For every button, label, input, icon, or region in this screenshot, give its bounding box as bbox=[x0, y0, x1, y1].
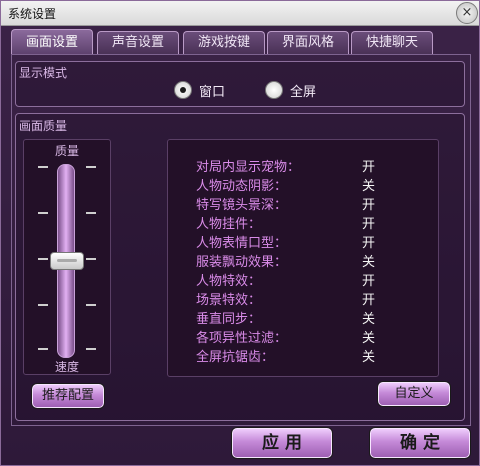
setting-value[interactable]: 开 bbox=[362, 194, 375, 213]
setting-value[interactable]: 开 bbox=[362, 270, 375, 289]
tab-sound[interactable]: 声音设置 bbox=[97, 31, 179, 54]
radio-fullscreen-label: 全屏 bbox=[290, 85, 317, 100]
tab-quick-chat[interactable]: 快捷聊天 bbox=[351, 31, 433, 54]
setting-label: 垂直同步： bbox=[196, 312, 262, 327]
recommend-config-button[interactable]: 推荐配置 bbox=[31, 383, 105, 409]
setting-value[interactable]: 关 bbox=[362, 327, 375, 346]
setting-row: 全屏抗锯齿： 关 bbox=[168, 346, 438, 365]
setting-row: 对局内显示宠物： 开 bbox=[168, 156, 438, 175]
setting-value[interactable]: 开 bbox=[362, 213, 375, 232]
ok-button[interactable]: 确 定 bbox=[369, 427, 471, 459]
setting-label: 全屏抗锯齿： bbox=[196, 350, 275, 365]
setting-row: 人物特效： 开 bbox=[168, 270, 438, 289]
slider-tick bbox=[38, 348, 48, 350]
slider-tick bbox=[38, 166, 48, 168]
setting-row: 特写镜头景深： 开 bbox=[168, 194, 438, 213]
title-bar[interactable]: 系统设置 × bbox=[1, 1, 479, 26]
display-mode-label: 显示模式 bbox=[19, 66, 68, 80]
close-button[interactable]: × bbox=[456, 2, 478, 24]
settings-window: 系统设置 × 画面设置 声音设置 游戏按键 界面风格 快捷聊天 显示模式 窗口 … bbox=[0, 0, 480, 466]
radio-windowed-label: 窗口 bbox=[199, 85, 226, 100]
setting-label: 各项异性过滤： bbox=[196, 331, 288, 346]
slider-speed-label: 速度 bbox=[54, 360, 79, 374]
setting-value[interactable]: 关 bbox=[362, 308, 375, 327]
radio-windowed[interactable] bbox=[174, 81, 192, 99]
slider-quality-label: 质量 bbox=[54, 144, 79, 158]
setting-value[interactable]: 开 bbox=[362, 156, 375, 175]
setting-label: 人物表情口型： bbox=[196, 236, 288, 251]
setting-row: 垂直同步： 关 bbox=[168, 308, 438, 327]
quality-settings-list: 对局内显示宠物： 开 人物动态阴影： 关 特写镜头景深： 开 人物挂件： 开 人… bbox=[167, 139, 439, 377]
setting-value[interactable]: 关 bbox=[362, 175, 375, 194]
custom-button[interactable]: 自定义 bbox=[377, 381, 451, 407]
setting-label: 场景特效： bbox=[196, 293, 262, 308]
setting-value[interactable]: 开 bbox=[362, 232, 375, 251]
radio-fullscreen[interactable] bbox=[265, 81, 283, 99]
setting-row: 各项异性过滤： 关 bbox=[168, 327, 438, 346]
display-mode-group bbox=[15, 61, 465, 107]
setting-value[interactable]: 关 bbox=[362, 251, 375, 270]
window-title: 系统设置 bbox=[8, 7, 57, 21]
tab-game-keys[interactable]: 游戏按键 bbox=[183, 31, 265, 54]
slider-tick bbox=[86, 212, 96, 214]
setting-row: 服装飘动效果： 关 bbox=[168, 251, 438, 270]
tab-interface-style[interactable]: 界面风格 bbox=[267, 31, 349, 54]
setting-label: 对局内显示宠物： bbox=[196, 160, 301, 175]
setting-row: 人物表情口型： 开 bbox=[168, 232, 438, 251]
setting-label: 特写镜头景深： bbox=[196, 198, 288, 213]
slider-tick bbox=[38, 258, 48, 260]
setting-value[interactable]: 关 bbox=[362, 346, 375, 365]
setting-label: 人物挂件： bbox=[196, 217, 262, 232]
setting-row: 场景特效： 开 bbox=[168, 289, 438, 308]
slider-tick bbox=[86, 304, 96, 306]
quality-label: 画面质量 bbox=[19, 119, 68, 133]
setting-row: 人物动态阴影： 关 bbox=[168, 175, 438, 194]
setting-label: 服装飘动效果： bbox=[196, 255, 288, 270]
slider-thumb[interactable] bbox=[50, 252, 84, 270]
slider-tick bbox=[86, 258, 96, 260]
slider-tick bbox=[86, 348, 96, 350]
close-icon: × bbox=[461, 5, 473, 20]
apply-button[interactable]: 应 用 bbox=[231, 427, 333, 459]
slider-tick bbox=[38, 212, 48, 214]
setting-row: 人物挂件： 开 bbox=[168, 213, 438, 232]
slider-tick bbox=[38, 304, 48, 306]
setting-label: 人物动态阴影： bbox=[196, 179, 288, 194]
tab-graphics[interactable]: 画面设置 bbox=[11, 29, 93, 55]
quality-slider-panel: 质量 速度 bbox=[23, 139, 111, 375]
setting-label: 人物特效： bbox=[196, 274, 262, 289]
setting-value[interactable]: 开 bbox=[362, 289, 375, 308]
slider-tick bbox=[86, 166, 96, 168]
